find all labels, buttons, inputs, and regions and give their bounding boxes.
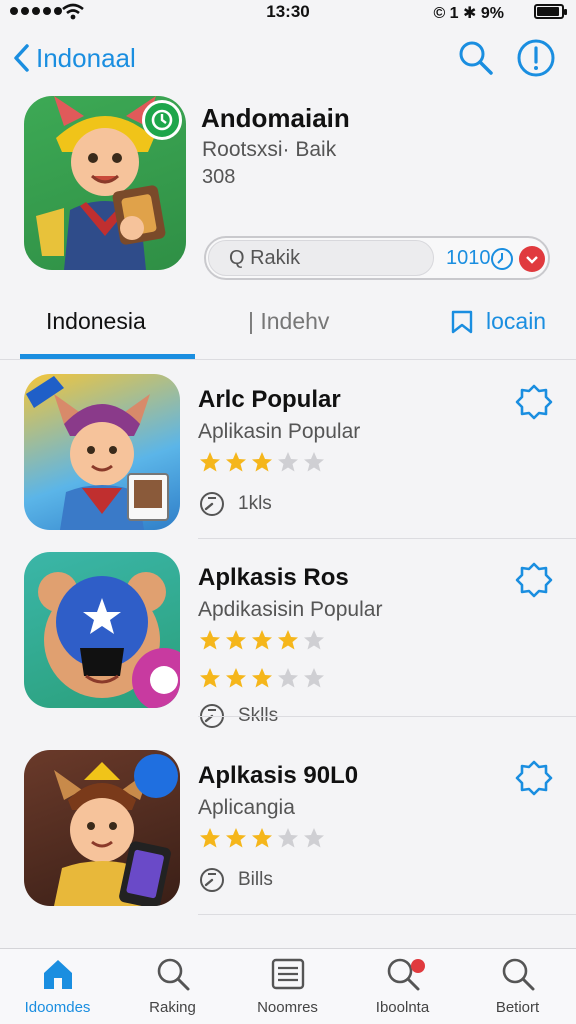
gauge-icon — [200, 492, 224, 516]
rating-star-icon — [304, 668, 324, 688]
app-title: Aplkasis Ros — [198, 564, 349, 591]
app-subtitle: Apdikasisin Popular — [198, 598, 383, 621]
app-illustration — [38, 572, 180, 708]
featured-search-bar[interactable]: Q Rakik 1010 — [204, 236, 550, 280]
active-tab-indicator — [20, 354, 195, 359]
app-title: Aplkasis 90L0 — [198, 762, 359, 789]
search-count: 1010 — [446, 247, 491, 269]
rating-star-icon — [278, 668, 298, 688]
app-title: Arlc Popular — [198, 386, 341, 413]
rating-star-icon — [252, 668, 272, 688]
rating-star-icon — [200, 668, 220, 688]
tabbar-label: Noomres — [257, 999, 318, 1016]
notification-badge — [411, 959, 425, 973]
app-meta-label: 1kls — [238, 493, 272, 514]
app-meta: Bills — [198, 866, 273, 894]
rating-stars — [198, 826, 326, 850]
rating-star-icon — [200, 828, 220, 848]
rating-stars — [198, 450, 326, 474]
rating-star-icon — [200, 452, 220, 472]
tabbar-item-home[interactable]: Idoomdes — [0, 955, 115, 1016]
battery-icon — [534, 4, 567, 19]
tab-location[interactable]: locain — [450, 308, 546, 335]
bookmark-icon — [451, 310, 473, 333]
featured-app-size: 308 — [202, 166, 236, 188]
info-icon[interactable] — [516, 38, 556, 78]
badge-action-icon[interactable] — [514, 560, 554, 600]
rating-star-icon — [226, 828, 246, 848]
rating-stars — [198, 628, 326, 652]
back-button[interactable]: Indonaal — [12, 38, 136, 78]
rating-star-icon — [226, 452, 246, 472]
search-input[interactable]: Q Rakik — [208, 240, 434, 276]
rating-star-icon — [278, 828, 298, 848]
list-icon — [271, 958, 304, 990]
rating-star-icon — [304, 828, 324, 848]
search-icon — [157, 958, 189, 991]
tabbar-label: Idoomdes — [24, 999, 91, 1016]
tabbar-item-report[interactable]: Betiort — [460, 955, 575, 1016]
search-icon — [502, 958, 534, 991]
rating-star-icon — [304, 452, 324, 472]
app-list-item[interactable]: Arlc Popular Aplikasin Popular 1kls — [0, 366, 576, 542]
rating-stars-secondary — [198, 666, 326, 690]
app-icon[interactable] — [24, 374, 180, 530]
row-divider — [198, 914, 576, 915]
bottom-tab-bar: Idoomdes Raking Noomres Iboolnta Betiort — [0, 948, 576, 1024]
favorite-icon[interactable] — [519, 246, 545, 272]
rating-star-icon — [252, 828, 272, 848]
rating-star-icon — [200, 630, 220, 650]
app-meta: 1kls — [198, 490, 272, 518]
featured-app-title: Andomaiain — [201, 103, 350, 133]
tab-location-label: locain — [486, 308, 547, 334]
rating-star-icon — [252, 630, 272, 650]
rating-star-icon — [252, 452, 272, 472]
tabbar-item-news[interactable]: Noomres — [230, 955, 345, 1016]
tabbar-item-updates[interactable]: Iboolnta — [345, 955, 460, 1016]
app-icon[interactable] — [24, 750, 180, 906]
app-subtitle: Aplicangia — [198, 796, 295, 819]
search-icon[interactable] — [456, 38, 496, 78]
update-badge-icon — [142, 100, 182, 140]
clock-icon[interactable] — [490, 247, 514, 271]
app-icon[interactable] — [24, 552, 180, 708]
tab-indonesia[interactable]: Indonesia — [46, 308, 146, 335]
app-illustration — [54, 754, 178, 906]
rating-star-icon — [278, 452, 298, 472]
status-indicators: © 1 ✱ 9% — [433, 5, 504, 22]
tabbar-label: Iboolnta — [375, 999, 430, 1016]
row-divider — [198, 716, 576, 717]
segment-tabs: Indonesia | Indehv locain — [0, 300, 576, 360]
tabbar-item-ranking[interactable]: Raking — [115, 955, 230, 1016]
chevron-left-icon — [14, 44, 29, 72]
badge-action-icon[interactable] — [514, 382, 554, 422]
app-meta-label: Bills — [238, 869, 273, 890]
tabbar-label: Raking — [149, 999, 196, 1016]
tabbar-label: Betiort — [495, 999, 540, 1016]
badge-action-icon[interactable] — [514, 758, 554, 798]
gauge-icon — [200, 868, 224, 892]
app-subtitle: Aplikasin Popular — [198, 420, 361, 443]
app-illustration — [26, 376, 169, 530]
back-label: Indonaal — [36, 42, 136, 73]
app-list-item[interactable]: Aplkasis 90L0 Aplicangia Bills — [0, 742, 576, 918]
status-bar: 13:30 © 1 ✱ 9% — [0, 0, 576, 26]
rating-star-icon — [304, 630, 324, 650]
home-icon — [43, 960, 72, 989]
row-divider — [198, 538, 576, 539]
rating-star-icon — [226, 668, 246, 688]
rating-star-icon — [226, 630, 246, 650]
rating-star-icon — [278, 630, 298, 650]
featured-app-subtitle: Rootsxsi· Baik — [202, 138, 337, 161]
app-list-item[interactable]: Aplkasis Ros Apdikasisin Popular Sklls — [0, 544, 576, 728]
tab-indehv[interactable]: | Indehv — [248, 308, 329, 335]
